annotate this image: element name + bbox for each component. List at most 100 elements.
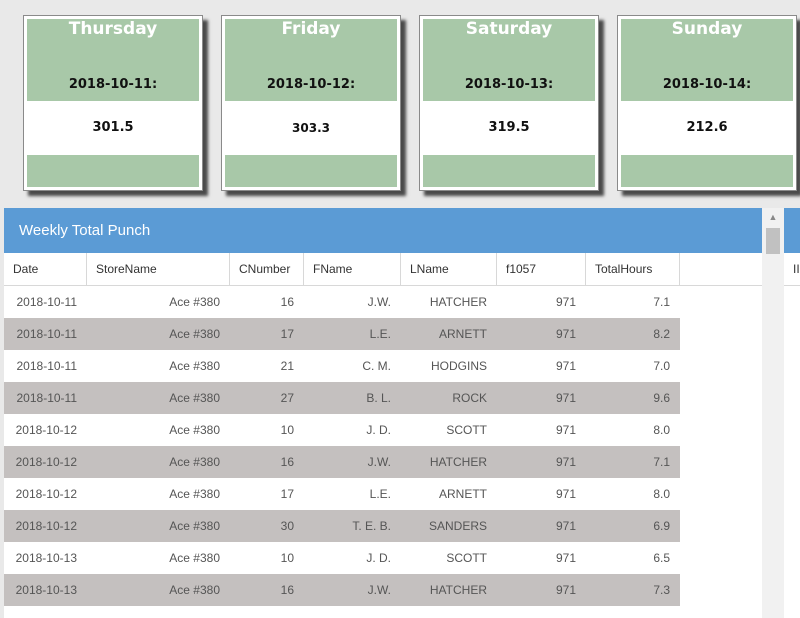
cell-totalhours: 7.3 — [653, 583, 670, 597]
second-panel-column-header[interactable]: II — [784, 253, 800, 286]
card-date-label: 2018-10-13: — [464, 77, 554, 92]
cell-fname: T. E. B. — [352, 519, 391, 533]
table-row[interactable]: 2018-10-12 Ace #380 16 J.W. HATCHER 971 … — [4, 446, 762, 478]
cell-date: 2018-10-11 — [16, 327, 78, 341]
cell-lname: HATCHER — [429, 583, 487, 597]
card-day-label: Sunday — [671, 19, 743, 39]
cell-date: 2018-10-11 — [16, 295, 78, 309]
cell-lname: ARNETT — [439, 327, 487, 341]
cell-cnumber: 16 — [280, 295, 294, 309]
cell-date: 2018-10-12 — [15, 519, 77, 533]
cell-fname: C. M. — [362, 359, 391, 373]
cell-lname: SANDERS — [428, 519, 487, 533]
cell-totalhours: 8.0 — [653, 423, 670, 437]
cell-totalhours: 8.0 — [653, 487, 670, 501]
card-total-value: 301.5 — [27, 101, 199, 155]
cell-fname: J. D. — [366, 423, 391, 437]
cell-date: 2018-10-11 — [16, 391, 78, 405]
cell-cnumber: 30 — [280, 519, 294, 533]
cell-f1057: 971 — [555, 295, 576, 309]
second-panel: II — [784, 208, 800, 618]
column-header-storename[interactable]: StoreName — [87, 253, 230, 285]
cell-storename: Ace #380 — [169, 359, 220, 373]
cell-f1057: 971 — [555, 455, 576, 469]
cell-storename: Ace #380 — [169, 391, 220, 405]
card-date-label: 2018-10-11: — [68, 77, 158, 92]
cell-cnumber: 16 — [280, 583, 294, 597]
column-header-f1057[interactable]: f1057 — [497, 253, 586, 285]
cell-cnumber: 10 — [280, 551, 294, 565]
table-row[interactable]: 2018-10-13 Ace #380 16 J.W. HATCHER 971 … — [4, 574, 762, 606]
cell-totalhours: 6.5 — [653, 551, 670, 565]
cell-fname: L.E. — [369, 487, 391, 501]
card-date-label: 2018-10-12: — [266, 77, 356, 92]
day-card-saturday: Saturday 2018-10-13: 319.5 — [419, 15, 599, 191]
cell-cnumber: 16 — [280, 455, 294, 469]
cell-date: 2018-10-12 — [15, 455, 77, 469]
cell-f1057: 971 — [555, 583, 576, 597]
cell-totalhours: 8.2 — [653, 327, 670, 341]
cell-storename: Ace #380 — [169, 519, 220, 533]
card-total-value: 319.5 — [423, 101, 595, 155]
cell-cnumber: 17 — [280, 327, 294, 341]
cell-cnumber: 21 — [280, 359, 294, 373]
column-header-date[interactable]: Date — [4, 253, 87, 285]
card-total-value: 303.3 — [225, 101, 397, 155]
cell-f1057: 971 — [555, 519, 576, 533]
cell-f1057: 971 — [555, 551, 576, 565]
cell-fname: L.E. — [369, 327, 391, 341]
table-row[interactable]: 2018-10-11 Ace #380 27 B. L. ROCK 971 9.… — [4, 382, 762, 414]
cell-totalhours: 6.9 — [653, 519, 670, 533]
cell-lname: HATCHER — [429, 455, 487, 469]
panel-title: Weekly Total Punch — [4, 208, 762, 253]
table-row[interactable]: 2018-10-12 Ace #380 30 T. E. B. SANDERS … — [4, 510, 762, 542]
cell-lname: SCOTT — [446, 423, 487, 437]
cell-f1057: 971 — [555, 391, 576, 405]
card-day-label: Thursday — [68, 19, 158, 39]
table-row[interactable]: 2018-10-11 Ace #380 16 J.W. HATCHER 971 … — [4, 286, 762, 318]
cell-storename: Ace #380 — [169, 551, 220, 565]
cell-storename: Ace #380 — [169, 295, 220, 309]
cell-cnumber: 10 — [280, 423, 294, 437]
column-header-cnumber[interactable]: CNumber — [230, 253, 304, 285]
cell-storename: Ace #380 — [169, 423, 220, 437]
cell-fname: J. D. — [366, 551, 391, 565]
grid-body: 2018-10-11 Ace #380 16 J.W. HATCHER 971 … — [4, 286, 762, 606]
cell-f1057: 971 — [555, 423, 576, 437]
weekly-total-punch-panel: Weekly Total Punch Date StoreName CNumbe… — [4, 208, 762, 618]
cell-fname: J.W. — [367, 583, 391, 597]
cell-f1057: 971 — [555, 327, 576, 341]
day-card-sunday: Sunday 2018-10-14: 212.6 — [617, 15, 797, 191]
cell-f1057: 971 — [555, 359, 576, 373]
cell-fname: B. L. — [366, 391, 391, 405]
vertical-scrollbar[interactable]: ▲ — [762, 208, 784, 618]
day-card-thursday: Thursday 2018-10-11: 301.5 — [23, 15, 203, 191]
cell-f1057: 971 — [555, 487, 576, 501]
column-header-totalhours[interactable]: TotalHours — [586, 253, 680, 285]
scrollbar-thumb[interactable] — [766, 228, 780, 254]
card-date-label: 2018-10-14: — [662, 77, 752, 92]
cell-date: 2018-10-11 — [16, 359, 78, 373]
cell-storename: Ace #380 — [169, 487, 220, 501]
cell-totalhours: 7.1 — [653, 455, 670, 469]
card-day-label: Saturday — [465, 19, 553, 39]
cell-lname: HATCHER — [429, 295, 487, 309]
table-row[interactable]: 2018-10-12 Ace #380 10 J. D. SCOTT 971 8… — [4, 414, 762, 446]
second-panel-title-bar — [784, 208, 800, 253]
cell-storename: Ace #380 — [169, 583, 220, 597]
cell-totalhours: 9.6 — [653, 391, 670, 405]
table-row[interactable]: 2018-10-11 Ace #380 17 L.E. ARNETT 971 8… — [4, 318, 762, 350]
cell-storename: Ace #380 — [169, 327, 220, 341]
table-row[interactable]: 2018-10-12 Ace #380 17 L.E. ARNETT 971 8… — [4, 478, 762, 510]
cell-totalhours: 7.0 — [653, 359, 670, 373]
column-header-fname[interactable]: FName — [304, 253, 401, 285]
cell-totalhours: 7.1 — [653, 295, 670, 309]
cell-fname: J.W. — [367, 295, 391, 309]
column-header-lname[interactable]: LName — [401, 253, 497, 285]
cell-date: 2018-10-12 — [15, 423, 77, 437]
table-row[interactable]: 2018-10-11 Ace #380 21 C. M. HODGINS 971… — [4, 350, 762, 382]
table-row[interactable]: 2018-10-13 Ace #380 10 J. D. SCOTT 971 6… — [4, 542, 762, 574]
day-card-friday: Friday 2018-10-12: 303.3 — [221, 15, 401, 191]
card-day-label: Friday — [281, 19, 341, 39]
scroll-up-arrow-icon[interactable]: ▲ — [762, 208, 784, 226]
